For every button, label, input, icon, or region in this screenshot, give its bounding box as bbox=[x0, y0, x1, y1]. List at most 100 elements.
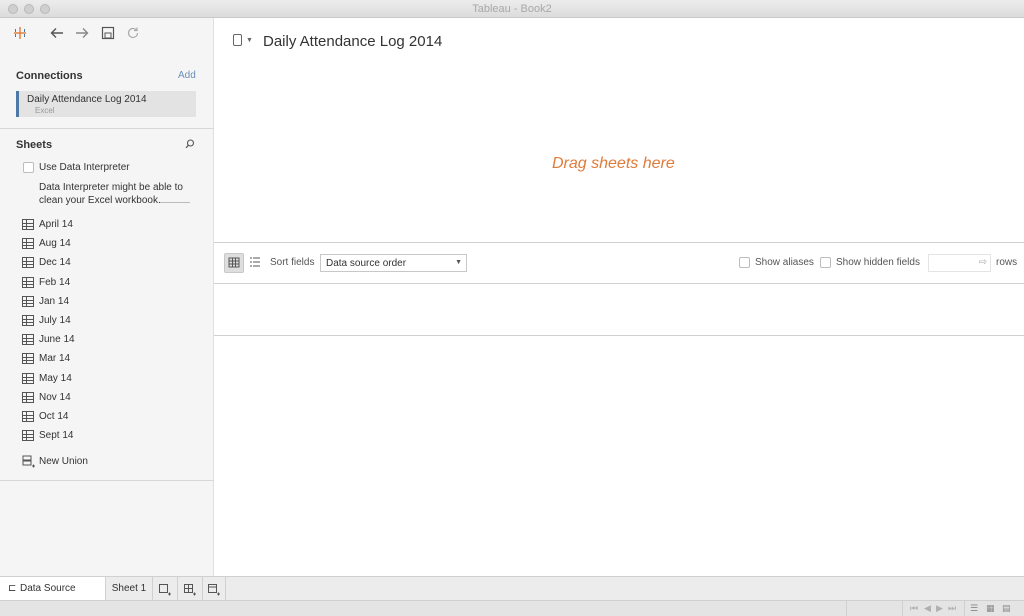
sheet-table-icon bbox=[22, 257, 34, 269]
status-separator bbox=[902, 601, 903, 616]
sheet-table-icon bbox=[22, 276, 34, 288]
sheet-item-label: Jan 14 bbox=[39, 295, 70, 307]
rows-label: rows bbox=[996, 257, 1018, 268]
chevron-down-icon: ▼ bbox=[455, 259, 462, 266]
sheet-item-label: Dec 14 bbox=[39, 257, 71, 269]
tab-sheet-1[interactable]: Sheet 1 bbox=[106, 577, 152, 601]
datasource-icon[interactable] bbox=[233, 34, 242, 46]
sheet-item-label: Aug 14 bbox=[39, 238, 71, 250]
sheet-item[interactable]: Mar 14 bbox=[22, 351, 202, 367]
sheet-table-icon bbox=[22, 430, 34, 442]
sheets-header: Sheets bbox=[16, 139, 53, 151]
arrow-right-icon[interactable]: ⇨ bbox=[979, 257, 987, 268]
sort-fields-dropdown[interactable]: Data source order ▼ bbox=[320, 254, 467, 272]
connection-item[interactable]: Daily Attendance Log 2014 Excel bbox=[16, 91, 196, 117]
tab-data-source[interactable]: ⊏ Data Source bbox=[0, 577, 106, 601]
sheet-item-label: June 14 bbox=[39, 334, 75, 346]
sort-fields-value: Data source order bbox=[326, 258, 407, 269]
tableau-logo-icon[interactable] bbox=[11, 25, 29, 43]
add-connection-link[interactable]: Add bbox=[178, 70, 196, 81]
grid-layout-icon[interactable]: ▦ bbox=[986, 603, 995, 614]
drag-sheets-hint: Drag sheets here bbox=[552, 155, 675, 172]
sheet-item-label: May 14 bbox=[39, 372, 72, 384]
show-aliases-label: Show aliases bbox=[755, 257, 814, 268]
forward-arrow-icon[interactable] bbox=[73, 25, 91, 43]
title-bar: Tableau - Book2 bbox=[0, 0, 1024, 18]
last-page-icon[interactable]: ⏭ bbox=[948, 603, 956, 614]
datasource-title[interactable]: Daily Attendance Log 2014 bbox=[263, 33, 442, 50]
sheet-item[interactable]: Jan 14 bbox=[22, 294, 202, 310]
panel-divider bbox=[0, 128, 214, 129]
grid-view-button[interactable] bbox=[224, 253, 244, 273]
sheet-table-icon bbox=[22, 334, 34, 346]
sheet-table-icon bbox=[22, 295, 34, 307]
sheet-item[interactable]: Dec 14 bbox=[22, 255, 202, 271]
next-page-icon[interactable]: ▶ bbox=[936, 603, 943, 614]
rows-input[interactable]: ⇨ bbox=[928, 254, 991, 272]
sheet-item[interactable]: Nov 14 bbox=[22, 390, 202, 406]
tab-data-source-label: Data Source bbox=[20, 583, 76, 594]
new-union-label: New Union bbox=[39, 456, 88, 467]
tab-sheet-1-label: Sheet 1 bbox=[111, 583, 147, 594]
refresh-icon[interactable] bbox=[124, 25, 142, 43]
new-dashboard-icon[interactable] bbox=[177, 577, 201, 601]
data-interpreter-description: Data Interpreter might be able to clean … bbox=[39, 182, 183, 206]
save-icon[interactable] bbox=[99, 25, 117, 43]
sheet-item-label: Feb 14 bbox=[39, 276, 71, 288]
grid-bottom-border bbox=[214, 335, 1024, 336]
sheet-tab-bar: ⊏ Data Source Sheet 1 bbox=[0, 576, 1024, 601]
sheet-item-label: April 14 bbox=[39, 219, 73, 230]
list-view-button[interactable] bbox=[246, 253, 266, 273]
sort-fields-label: Sort fields bbox=[270, 257, 315, 268]
sheet-table-icon bbox=[22, 353, 34, 365]
new-union-icon bbox=[22, 455, 36, 469]
sheet-item-label: Oct 14 bbox=[39, 411, 69, 422]
show-hidden-fields-checkbox[interactable] bbox=[820, 257, 831, 268]
new-story-icon[interactable] bbox=[202, 577, 226, 601]
search-sheets-icon[interactable] bbox=[184, 138, 196, 150]
show-hidden-fields-label: Show hidden fields bbox=[836, 257, 920, 268]
sheet-table-icon bbox=[22, 219, 34, 230]
status-separator bbox=[964, 601, 965, 616]
sheet-item-label: Sept 14 bbox=[39, 430, 74, 442]
datasource-tab-icon: ⊏ bbox=[8, 583, 17, 594]
new-worksheet-icon[interactable] bbox=[152, 577, 176, 601]
sheet-item[interactable]: Oct 14 bbox=[22, 409, 202, 425]
grid-toolbar: Sort fields Data source order ▼ Show ali… bbox=[214, 243, 1024, 283]
sheet-item[interactable]: June 14 bbox=[22, 332, 202, 348]
left-panel: Connections Add Daily Attendance Log 201… bbox=[0, 18, 214, 576]
sheet-item-label: Nov 14 bbox=[39, 391, 71, 403]
sheet-table-icon bbox=[22, 411, 34, 422]
connection-type: Excel bbox=[35, 106, 55, 115]
first-page-icon[interactable]: ⏮ bbox=[910, 603, 918, 614]
show-aliases-checkbox[interactable] bbox=[739, 257, 750, 268]
panel-divider-bottom bbox=[0, 480, 214, 481]
sheet-table-icon bbox=[22, 391, 34, 403]
sheet-table-icon bbox=[22, 315, 34, 326]
sheet-table-icon bbox=[22, 238, 34, 250]
data-interpreter-label: Use Data Interpreter bbox=[39, 162, 130, 173]
window-title: Tableau - Book2 bbox=[472, 3, 552, 15]
sheet-item[interactable]: May 14 bbox=[22, 371, 202, 387]
data-grid-header bbox=[214, 284, 1024, 336]
previous-page-icon[interactable]: ◀ bbox=[924, 603, 931, 614]
sheet-item[interactable]: April 14 bbox=[22, 217, 202, 233]
sheet-item-label: July 14 bbox=[39, 315, 71, 326]
datasource-caret-icon[interactable]: ▼ bbox=[246, 37, 253, 44]
interpreter-link-underline bbox=[160, 202, 190, 203]
status-separator bbox=[846, 601, 847, 616]
connections-header: Connections bbox=[16, 70, 83, 82]
sheet-item[interactable]: Sept 14 bbox=[22, 428, 202, 444]
connection-name: Daily Attendance Log 2014 bbox=[27, 94, 147, 105]
filmstrip-layout-icon[interactable]: ▤ bbox=[1002, 603, 1011, 614]
back-arrow-icon[interactable] bbox=[48, 25, 66, 43]
data-interpreter-checkbox[interactable] bbox=[23, 162, 34, 173]
sheet-item[interactable]: Feb 14 bbox=[22, 275, 202, 291]
sheet-item[interactable]: July 14 bbox=[22, 313, 202, 329]
sheet-item[interactable]: Aug 14 bbox=[22, 236, 202, 252]
new-union-item[interactable]: New Union bbox=[22, 454, 202, 470]
status-bar: ⏮ ◀ ▶ ⏭ ☰ ▦ ▤ bbox=[0, 600, 1024, 616]
list-layout-icon[interactable]: ☰ bbox=[970, 603, 978, 614]
sheet-table-icon bbox=[22, 372, 34, 384]
sheet-item-label: Mar 14 bbox=[39, 353, 71, 365]
